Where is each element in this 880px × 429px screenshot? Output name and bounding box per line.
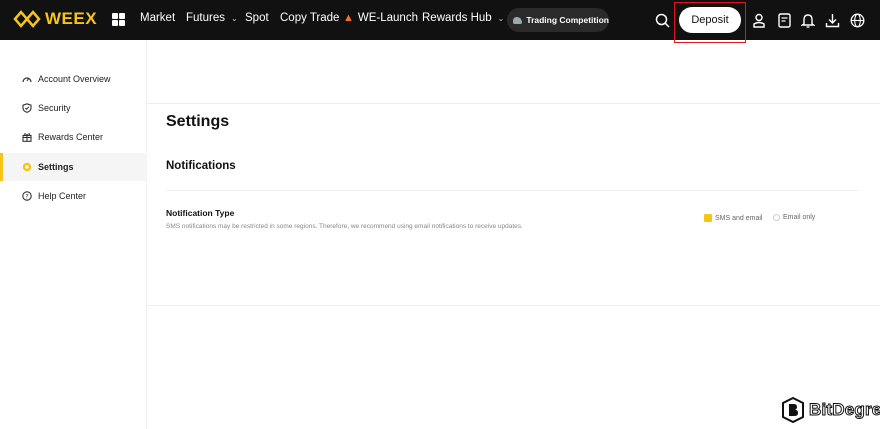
sidebar-item-help-center[interactable]: ? Help Center — [0, 182, 147, 210]
orders-icon[interactable] — [775, 11, 793, 29]
sidebar: Account Overview Security Rewards Center… — [0, 40, 147, 429]
bitdegree-watermark: BitDegree — [781, 397, 880, 423]
sidebar-item-label: Security — [38, 103, 71, 113]
sidebar-item-label: Account Overview — [38, 74, 111, 84]
notification-type-label: Notification Type — [166, 208, 235, 218]
highlight-box — [674, 2, 746, 43]
notification-type-description: SMS notifications may be restricted in s… — [166, 223, 523, 230]
chevron-down-icon: ⌄ — [497, 13, 505, 23]
option-label: SMS and email — [715, 214, 763, 222]
nav-futures-label: Futures — [186, 12, 225, 24]
sidebar-item-settings[interactable]: Settings — [0, 153, 147, 181]
sidebar-item-label: Help Center — [38, 191, 87, 201]
nav-rewards-hub-label: Rewards Hub — [422, 12, 492, 24]
search-icon[interactable] — [653, 11, 671, 29]
watermark-text: BitDegree — [808, 400, 880, 420]
settings-icon — [22, 162, 32, 172]
nav-rewards-hub[interactable]: Rewards Hub ⌄ — [422, 12, 504, 24]
nav-spot[interactable]: Spot — [245, 12, 269, 24]
nav-futures[interactable]: Futures ⌄ — [186, 12, 238, 24]
sidebar-item-account-overview[interactable]: Account Overview — [0, 65, 147, 93]
nav-market[interactable]: Market — [140, 12, 175, 24]
section-title-notifications: Notifications — [166, 160, 236, 172]
nav-market-label: Market — [140, 12, 176, 24]
bell-icon[interactable] — [799, 11, 817, 29]
page-title: Settings — [166, 113, 230, 130]
apps-grid-icon[interactable] — [112, 13, 125, 26]
gauge-icon — [22, 74, 32, 84]
globe-icon[interactable] — [848, 11, 866, 29]
divider — [166, 190, 859, 191]
trading-competition-label: Trading Competition — [526, 15, 609, 25]
nav-spot-label: Spot — [245, 12, 269, 24]
download-icon[interactable] — [823, 11, 841, 29]
sidebar-item-rewards-center[interactable]: Rewards Center — [0, 123, 147, 151]
nav-we-launch-label: WE-Launch — [357, 12, 418, 24]
logo-text: WEEX — [45, 9, 98, 28]
gift-icon — [22, 132, 32, 142]
top-navbar: WEEX Market Futures ⌄ Spot Copy Trade ▲ … — [0, 0, 880, 43]
flame-icon: ▲ — [343, 12, 354, 24]
user-icon[interactable] — [750, 11, 768, 29]
weex-logo[interactable]: WEEX — [13, 9, 97, 29]
help-icon: ? — [22, 191, 32, 201]
shield-icon — [22, 103, 32, 113]
nav-we-launch[interactable]: ▲ WE-Launch — [343, 12, 418, 24]
settings-panel — [147, 103, 880, 306]
sidebar-item-security[interactable]: Security — [0, 94, 147, 122]
option-sms-and-email[interactable]: SMS and email — [704, 214, 762, 222]
option-label: Email only — [783, 214, 816, 221]
sidebar-item-label: Settings — [38, 162, 74, 172]
weex-logo-icon — [13, 10, 41, 28]
option-email-only[interactable]: Email only — [773, 214, 815, 221]
svg-text:?: ? — [25, 192, 28, 200]
chevron-down-icon: ⌄ — [231, 13, 238, 23]
checkbox-checked-icon — [704, 214, 712, 222]
nav-copy-trade-label: Copy Trade — [280, 12, 340, 24]
bitdegree-logo-icon — [782, 397, 804, 423]
nav-copy-trade[interactable]: Copy Trade — [280, 12, 339, 24]
sidebar-item-label: Rewards Center — [38, 132, 104, 142]
radio-unselected-icon — [773, 214, 780, 221]
race-car-icon — [513, 16, 523, 24]
trading-competition-button[interactable]: Trading Competition — [507, 8, 609, 32]
